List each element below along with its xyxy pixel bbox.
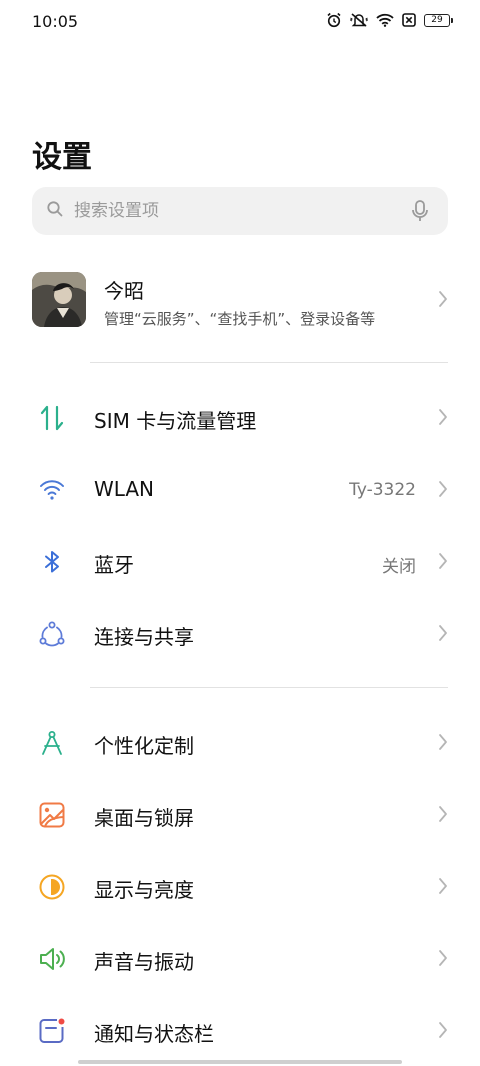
- chevron-right-icon: [438, 480, 448, 502]
- search-icon: [46, 200, 64, 222]
- settings-item-label: WLAN: [94, 477, 155, 501]
- settings-item-label: 声音与振动: [94, 950, 194, 974]
- settings-item-label: 连接与共享: [94, 625, 194, 649]
- display-brightness-icon: [38, 873, 66, 901]
- sim-data-icon: [38, 404, 66, 432]
- notification-icon: [38, 1017, 66, 1045]
- status-time: 10:05: [32, 12, 79, 31]
- settings-item-label: 个性化定制: [94, 734, 194, 758]
- wallpaper-icon: [38, 801, 66, 829]
- settings-item-display[interactable]: 显示与亮度: [0, 855, 480, 919]
- home-indicator[interactable]: [78, 1060, 402, 1064]
- alarm-icon: [326, 12, 342, 28]
- chevron-right-icon: [438, 408, 448, 430]
- bluetooth-status: 关闭: [382, 557, 416, 577]
- settings-item-sound[interactable]: 声音与振动: [0, 927, 480, 991]
- wlan-network-name: Ty-3322: [349, 480, 416, 500]
- settings-item-bluetooth[interactable]: 蓝牙 关闭: [0, 530, 480, 594]
- personalize-icon: [38, 729, 66, 757]
- settings-item-label: 通知与状态栏: [94, 1022, 214, 1046]
- battery-icon: 29: [424, 13, 453, 27]
- divider: [90, 362, 448, 363]
- sound-icon: [38, 945, 66, 973]
- status-bar: 10:05 29: [0, 0, 480, 44]
- chevron-right-icon: [438, 290, 448, 312]
- settings-item-notification[interactable]: 通知与状态栏: [0, 999, 480, 1063]
- page-title: 设置: [32, 140, 92, 175]
- settings-item-label: 显示与亮度: [94, 878, 194, 902]
- search-bar[interactable]: [32, 187, 448, 235]
- account-name: 今昭: [104, 279, 144, 303]
- settings-item-label: 桌面与锁屏: [94, 806, 194, 830]
- chevron-right-icon: [438, 805, 448, 827]
- wifi-icon: [376, 13, 394, 27]
- wlan-icon: [38, 476, 66, 504]
- settings-item-personalize[interactable]: 个性化定制: [0, 711, 480, 775]
- settings-item-connection-share[interactable]: 连接与共享: [0, 602, 480, 666]
- settings-item-label: 蓝牙: [94, 553, 134, 577]
- chevron-right-icon: [438, 1021, 448, 1043]
- settings-item-sim[interactable]: SIM 卡与流量管理: [0, 386, 480, 450]
- chevron-right-icon: [438, 624, 448, 646]
- settings-item-wlan[interactable]: WLAN Ty-3322: [0, 458, 480, 522]
- account-card[interactable]: 今昭 管理“云服务”、“查找手机”、登录设备等: [32, 272, 448, 330]
- microphone-icon[interactable]: [412, 200, 428, 226]
- vibrate-icon: [350, 12, 368, 28]
- sim-off-icon: [402, 13, 416, 27]
- connection-share-icon: [38, 620, 66, 648]
- avatar: [32, 272, 86, 327]
- settings-item-wallpaper[interactable]: 桌面与锁屏: [0, 783, 480, 847]
- divider: [90, 687, 448, 688]
- chevron-right-icon: [438, 733, 448, 755]
- chevron-right-icon: [438, 552, 448, 574]
- settings-item-label: SIM 卡与流量管理: [94, 409, 257, 433]
- account-subtitle: 管理“云服务”、“查找手机”、登录设备等: [104, 310, 376, 328]
- search-input[interactable]: [74, 201, 394, 221]
- chevron-right-icon: [438, 949, 448, 971]
- chevron-right-icon: [438, 877, 448, 899]
- bluetooth-icon: [38, 548, 66, 576]
- status-icons: 29: [326, 12, 453, 28]
